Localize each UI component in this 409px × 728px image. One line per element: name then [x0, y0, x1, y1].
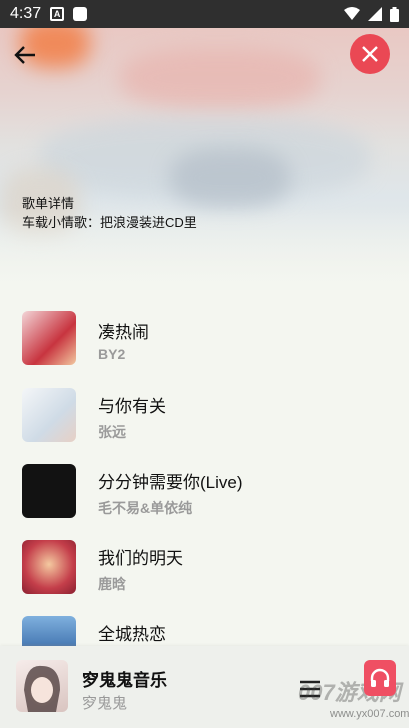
status-bar: 4:37 A — [0, 0, 409, 28]
notification-a-icon: A — [50, 7, 65, 21]
playlist-label: 歌单详情 — [22, 196, 75, 211]
song-row[interactable]: 分分钟需要你(Live) 毛不易&单依纯 — [0, 454, 409, 530]
back-button[interactable] — [10, 40, 40, 70]
song-title: 与你有关 — [98, 397, 166, 416]
headphones-icon — [370, 668, 390, 687]
song-artist: BY2 — [98, 346, 126, 362]
close-button[interactable] — [350, 34, 390, 74]
player-cover-art — [24, 665, 60, 712]
watermark-url: www.yx007.com — [330, 708, 409, 720]
song-row[interactable]: 全城热恋 — [0, 606, 409, 646]
player-cover — [16, 660, 68, 712]
album-cover — [22, 311, 76, 365]
song-title: 分分钟需要你(Live) — [98, 473, 243, 492]
album-cover — [22, 388, 76, 442]
song-row[interactable]: 与你有关 张远 — [0, 378, 409, 454]
song-title: 全城热恋 — [98, 625, 166, 644]
song-artist: 毛不易&单依纯 — [98, 500, 193, 516]
playlist-header — [0, 28, 409, 288]
song-list: 凑热闹 BY2 与你有关 张远 分分钟需要你(Live) 毛不易&单依纯 我们的… — [0, 300, 409, 646]
wifi-icon — [344, 7, 360, 20]
notification-square-icon — [73, 7, 88, 21]
song-artist: 鹿晗 — [98, 576, 126, 592]
arrow-left-icon — [14, 46, 35, 64]
song-row[interactable]: 凑热闹 BY2 — [0, 300, 409, 378]
song-title: 我们的明天 — [98, 549, 183, 568]
status-time: 4:37 — [10, 5, 42, 22]
song-row[interactable]: 我们的明天 鹿晗 — [0, 530, 409, 606]
signal-icon — [368, 7, 382, 21]
player-artist: 穸鬼鬼 — [82, 695, 128, 712]
album-cover — [22, 464, 76, 518]
album-cover — [22, 540, 76, 594]
playlist-title: 车载小情歌：把浪漫装进CD里 — [22, 215, 197, 230]
play-button[interactable] — [364, 660, 396, 696]
battery-icon — [390, 6, 399, 22]
album-cover — [22, 616, 76, 646]
player-title: 穸鬼鬼音乐 — [82, 671, 167, 690]
song-artist: 张远 — [98, 424, 126, 440]
song-title: 凑热闹 — [98, 323, 149, 342]
close-icon — [362, 46, 378, 62]
